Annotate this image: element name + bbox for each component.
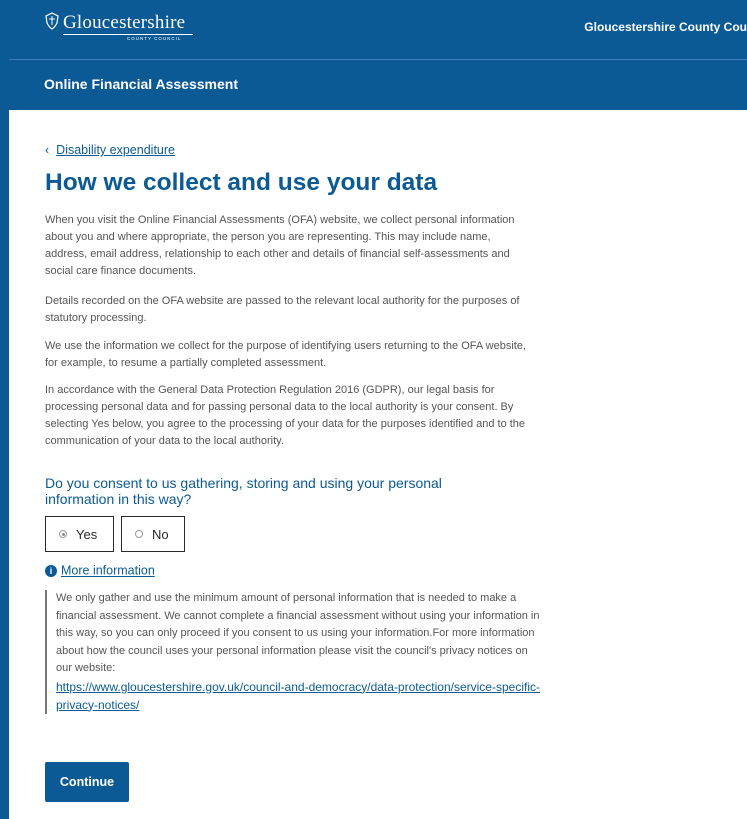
service-bar: Online Financial Assessment <box>9 59 747 110</box>
intro-paragraph: When you visit the Online Financial Asse… <box>45 214 515 277</box>
header-council-link[interactable]: Gloucestershire County Cou <box>584 20 747 34</box>
logo-subtitle: COUNTY COUNCIL <box>127 36 182 41</box>
more-information-label: More information <box>61 563 155 578</box>
back-link[interactable]: ‹ Disability expenditure <box>45 143 175 157</box>
consent-no-option[interactable]: No <box>121 516 185 552</box>
back-link-label: Disability expenditure <box>56 143 175 157</box>
logo-divider <box>63 34 193 35</box>
yes-label: Yes <box>76 526 98 542</box>
logo-name: Gloucestershire <box>63 12 186 33</box>
usage-paragraph: We use the information we collect for th… <box>45 340 526 369</box>
consent-question: Do you consent to us gathering, storing … <box>45 475 442 507</box>
gdpr-paragraph: In accordance with the General Data Prot… <box>45 384 526 447</box>
more-information-text: We only gather and use the minimum amoun… <box>56 592 540 674</box>
page-title: How we collect and use your data <box>45 169 438 196</box>
chevron-left-icon: ‹ <box>45 143 50 157</box>
service-title[interactable]: Online Financial Assessment <box>44 76 238 92</box>
privacy-notices-link[interactable]: https://www.gloucestershire.gov.uk/counc… <box>56 678 544 714</box>
ofa-details-paragraph: Details recorded on the OFA website are … <box>45 295 520 324</box>
more-information-toggle[interactable]: i More information <box>45 563 155 578</box>
continue-button[interactable]: Continue <box>45 762 129 802</box>
yes-radio[interactable] <box>59 530 67 538</box>
no-radio[interactable] <box>135 530 143 538</box>
consent-yes-option[interactable]: Yes <box>45 516 114 552</box>
crest-icon <box>45 12 59 30</box>
more-information-panel: We only gather and use the minimum amoun… <box>45 590 544 714</box>
site-header: Gloucestershire COUNTY COUNCIL Glouceste… <box>9 0 747 59</box>
info-icon: i <box>45 564 57 577</box>
no-label: No <box>152 526 169 542</box>
